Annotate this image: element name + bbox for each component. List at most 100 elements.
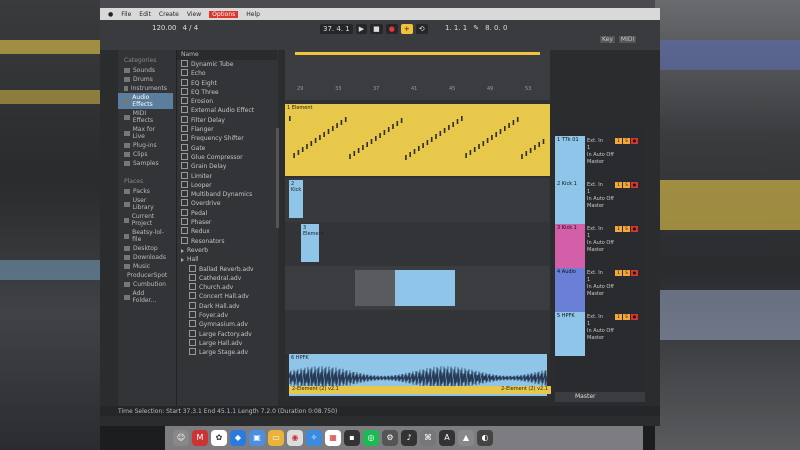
- browser-file-item[interactable]: Church.adv: [177, 283, 277, 292]
- gmail-icon[interactable]: M: [192, 430, 208, 446]
- browser-place-downloads[interactable]: Downloads: [118, 253, 173, 262]
- browser-file-item[interactable]: Pedal: [177, 208, 277, 218]
- spotify-icon[interactable]: ◎: [363, 430, 379, 446]
- monitor-mode[interactable]: In Auto Off: [587, 240, 614, 247]
- midi-note[interactable]: [538, 142, 540, 147]
- pencil-icon[interactable]: ✎: [473, 24, 479, 32]
- midi-note[interactable]: [297, 150, 300, 155]
- browser-category-plug-ins[interactable]: Plug-ins: [118, 141, 173, 150]
- app-icon[interactable]: ▪: [344, 430, 360, 446]
- track-header[interactable]: 2 Kick 1: [555, 180, 585, 224]
- input-type[interactable]: Ext. In: [587, 314, 614, 321]
- dropbox-icon[interactable]: ◆: [230, 430, 246, 446]
- track-lane-2[interactable]: 2 Kick: [285, 178, 550, 223]
- browser-file-item[interactable]: Foyer.adv: [177, 311, 277, 320]
- browser-scrollbar[interactable]: [276, 128, 279, 228]
- browser-file-item[interactable]: Frequency Shifter: [177, 134, 277, 143]
- midi-note[interactable]: [362, 145, 364, 150]
- browser-category-samples[interactable]: Samples: [118, 159, 173, 168]
- browser-file-item[interactable]: Large Factory.adv: [177, 329, 277, 339]
- loop-brace[interactable]: [295, 52, 540, 55]
- midi-note[interactable]: [375, 136, 377, 141]
- browser-category-sounds[interactable]: Sounds: [118, 66, 173, 75]
- midi-note[interactable]: [430, 137, 433, 142]
- solo-button[interactable]: S: [623, 226, 630, 232]
- monitor-mode[interactable]: In Auto Off: [587, 328, 614, 335]
- browser-file-item[interactable]: Hall: [177, 255, 277, 264]
- app-icon[interactable]: ♪: [401, 430, 417, 446]
- midi-note[interactable]: [422, 143, 424, 148]
- output-route[interactable]: Master: [587, 203, 614, 210]
- ableton-icon[interactable]: A: [439, 430, 455, 446]
- track-header[interactable]: 3 Kick 1: [555, 224, 585, 268]
- midi-clip[interactable]: 1 Element: [285, 104, 550, 176]
- output-route[interactable]: Master: [587, 247, 614, 254]
- folder-icon[interactable]: ▭: [268, 430, 284, 446]
- output-route[interactable]: Master: [587, 335, 614, 342]
- input-channel[interactable]: 1: [587, 145, 614, 152]
- midi-note[interactable]: [521, 154, 523, 159]
- midi-note[interactable]: [418, 146, 420, 151]
- app-icon[interactable]: ▣: [249, 430, 265, 446]
- kick-clip[interactable]: 2 Kick: [289, 180, 303, 218]
- browser-file-item[interactable]: Looper: [177, 180, 277, 190]
- midi-note[interactable]: [461, 116, 463, 121]
- browser-category-audio-effects[interactable]: Audio Effects: [118, 93, 173, 109]
- midi-note[interactable]: [332, 126, 334, 131]
- loop-start-field[interactable]: 1. 1. 1: [445, 24, 467, 32]
- menu-edit[interactable]: Edit: [139, 11, 151, 18]
- menu-help[interactable]: Help: [246, 11, 260, 18]
- browser-file-item[interactable]: Overdrive: [177, 199, 277, 208]
- browser-file-item[interactable]: Large Hall.adv: [177, 338, 277, 348]
- midi-note[interactable]: [473, 147, 476, 152]
- input-channel[interactable]: 1: [587, 277, 614, 284]
- browser-file-item[interactable]: Grain Delay: [177, 162, 277, 171]
- browser-file-item[interactable]: EQ Three: [177, 87, 277, 97]
- browser-file-item[interactable]: Echo: [177, 69, 277, 78]
- midi-note[interactable]: [349, 154, 351, 159]
- track-activator-button[interactable]: 1: [615, 270, 622, 276]
- solo-button[interactable]: S: [623, 270, 630, 276]
- safari-icon[interactable]: ✧: [306, 430, 322, 446]
- mixer-track[interactable]: 3 Kick 1 Ext. In 1 In Auto Off Master 1 S ●: [555, 224, 645, 268]
- element-clip[interactable]: 3 Element: [301, 224, 324, 262]
- browser-place-add-folder-[interactable]: Add Folder...: [118, 289, 173, 305]
- app-icon[interactable]: ⚙: [382, 430, 398, 446]
- track-activator-button[interactable]: 1: [615, 314, 622, 320]
- solo-button[interactable]: S: [623, 182, 630, 188]
- midi-note[interactable]: [409, 152, 411, 157]
- menu-view[interactable]: View: [187, 11, 201, 18]
- midi-note[interactable]: [293, 153, 295, 158]
- midi-note[interactable]: [482, 141, 485, 146]
- menu-create[interactable]: Create: [159, 11, 179, 18]
- apple-icon[interactable]: ●: [108, 11, 113, 18]
- output-route[interactable]: Master: [587, 291, 614, 298]
- browser-place-user-library[interactable]: User Library: [118, 196, 173, 212]
- input-channel[interactable]: 1: [587, 321, 614, 328]
- browser-file-item[interactable]: Multiband Dynamics: [177, 190, 277, 199]
- browser-file-item[interactable]: Redux: [177, 227, 277, 236]
- midi-note[interactable]: [469, 150, 472, 155]
- track-header[interactable]: 5 HPFK: [555, 312, 585, 356]
- position-field[interactable]: 37. 4. 1: [320, 24, 353, 34]
- loop-icon[interactable]: ⟲: [415, 24, 428, 34]
- browser-file-item[interactable]: Ballad Reverb.adv: [177, 264, 277, 274]
- track-activator-button[interactable]: 1: [615, 226, 622, 232]
- stop-icon[interactable]: ■: [370, 24, 383, 34]
- chrome-icon[interactable]: ◉: [287, 430, 303, 446]
- gray-clip[interactable]: [355, 270, 395, 306]
- browser-file-item[interactable]: Resonators: [177, 236, 277, 246]
- midi-note[interactable]: [542, 139, 545, 144]
- midi-note[interactable]: [512, 120, 515, 125]
- browser-category-clips[interactable]: Clips: [118, 150, 173, 159]
- arm-button[interactable]: ●: [631, 270, 638, 276]
- browser-category-midi-effects[interactable]: MIDI Effects: [118, 109, 173, 125]
- input-type[interactable]: Ext. In: [587, 270, 614, 277]
- midi-note[interactable]: [357, 148, 360, 153]
- input-type[interactable]: Ext. In: [587, 226, 614, 233]
- signature-field[interactable]: 4 / 4: [183, 24, 199, 32]
- midi-note[interactable]: [366, 142, 368, 147]
- browser-file-item[interactable]: Glue Compressor: [177, 152, 277, 162]
- midi-note[interactable]: [340, 120, 343, 125]
- browser-place-packs[interactable]: Packs: [118, 187, 173, 196]
